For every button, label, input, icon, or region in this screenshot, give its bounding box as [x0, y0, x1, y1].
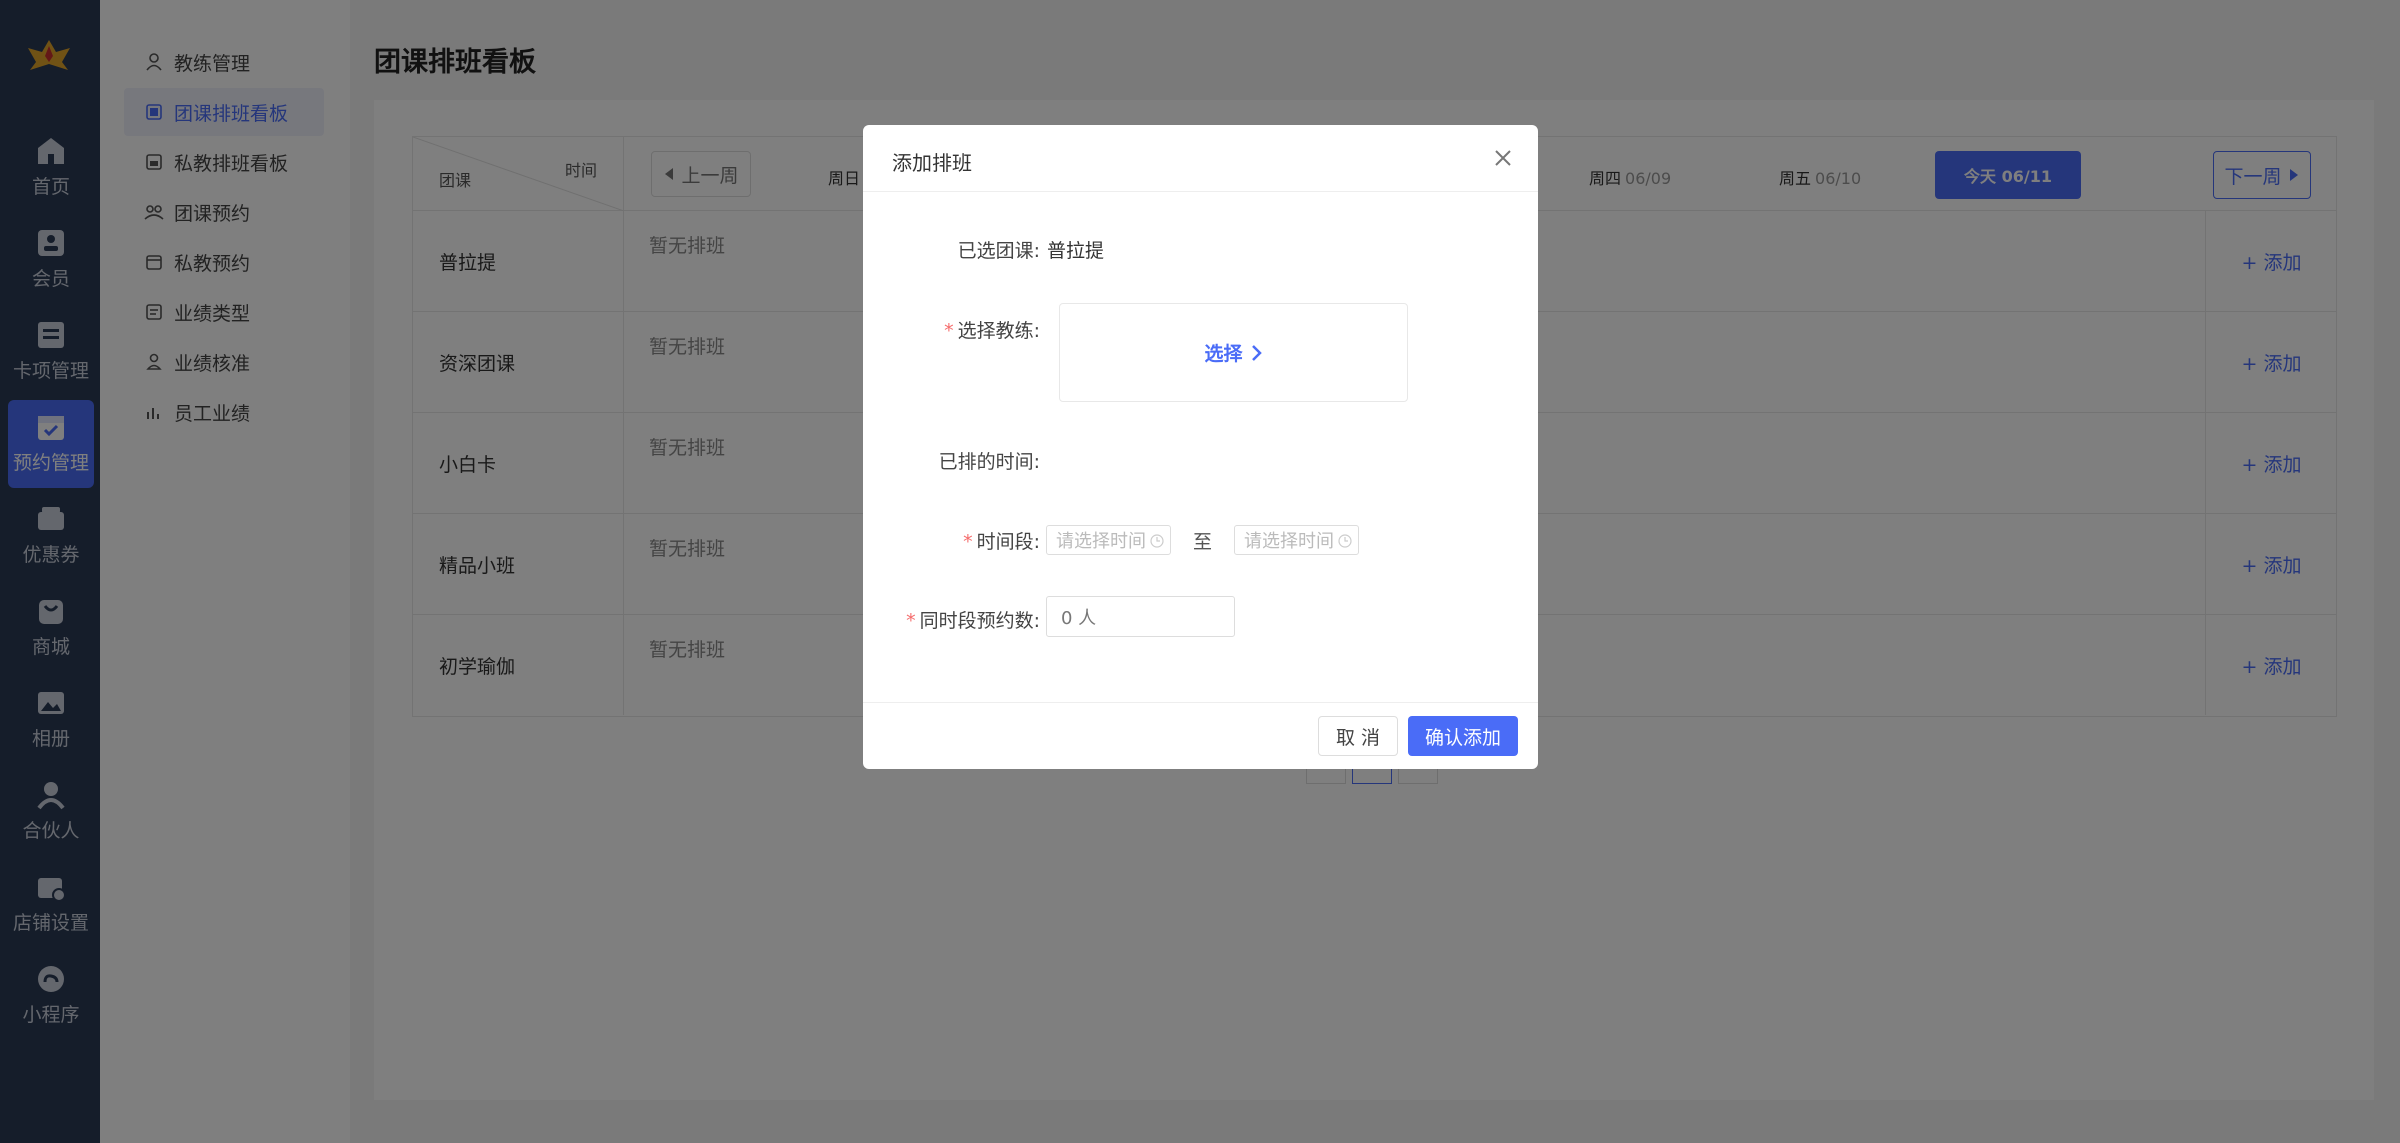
close-icon[interactable] [1492, 147, 1514, 169]
confirm-add-button[interactable]: 确认添加 [1408, 716, 1518, 756]
add-schedule-dialog: 添加排班 已选团课: 普拉提 * 选择教练: 选择 已排的时间: * 时间段: 请选… [863, 125, 1538, 769]
dialog-title: 添加排班 [892, 151, 972, 175]
coach-label-text: 选择教练: [957, 320, 1040, 342]
cancel-button[interactable]: 取 消 [1318, 716, 1398, 756]
clock-icon [1150, 534, 1164, 548]
start-time-input[interactable]: 请选择时间 [1046, 525, 1171, 555]
required-mark: * [963, 531, 973, 553]
time-range-label: * 时间段: [963, 527, 1040, 554]
select-coach-label: 选择 [1204, 343, 1243, 365]
capacity-label: * 同时段预约数: [906, 606, 1040, 633]
selected-course-label: 已选团课: [957, 240, 1040, 262]
select-coach-button[interactable]: 选择 [1059, 303, 1408, 402]
chevron-right-icon [1251, 344, 1262, 361]
capacity-input[interactable]: 0 人 [1046, 596, 1235, 637]
required-mark: * [906, 610, 916, 632]
start-time-placeholder: 请选择时间 [1056, 531, 1146, 552]
end-time-placeholder: 请选择时间 [1244, 531, 1334, 552]
range-separator: 至 [1193, 530, 1213, 553]
coach-label: * 选择教练: [944, 316, 1040, 343]
required-mark: * [944, 320, 954, 342]
dialog-header: 添加排班 [863, 125, 1538, 192]
dialog-footer: 取 消 确认添加 [863, 702, 1538, 769]
selected-course-value: 普拉提 [1047, 240, 1105, 262]
capacity-label-text: 同时段预约数: [919, 610, 1040, 632]
time-range-label-text: 时间段: [976, 531, 1040, 553]
clock-icon [1338, 534, 1352, 548]
end-time-input[interactable]: 请选择时间 [1234, 525, 1359, 555]
scheduled-time-label: 已排的时间: [938, 451, 1040, 473]
